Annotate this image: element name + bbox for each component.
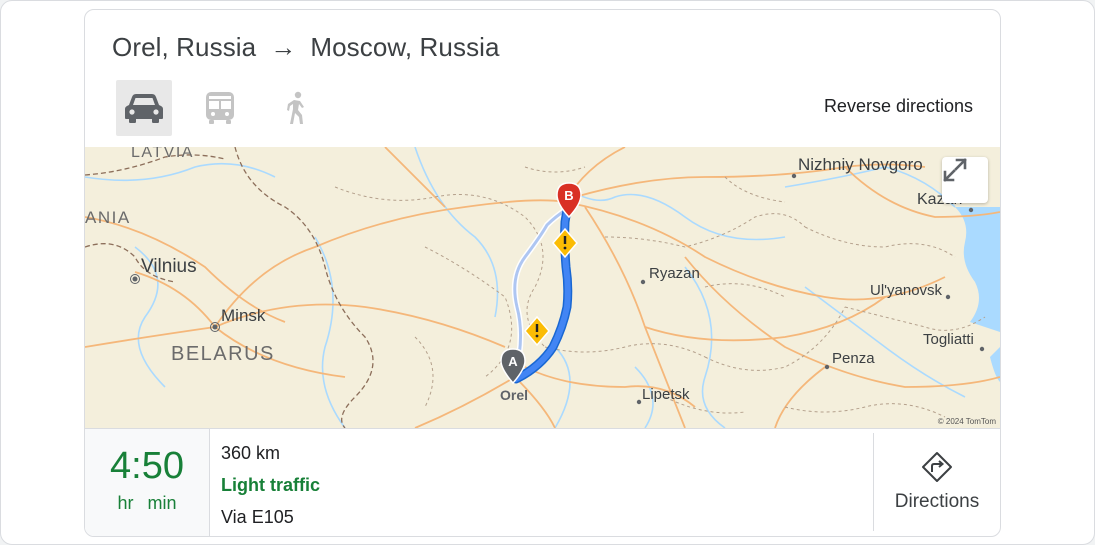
map-label-vilnius: Vilnius xyxy=(141,256,197,277)
route-via: Via E105 xyxy=(221,507,294,527)
map-label-belarus: BELARUS xyxy=(171,343,275,365)
map-label-penza: Penza xyxy=(832,350,875,367)
hours-unit: hr xyxy=(117,493,134,513)
expand-icon xyxy=(943,158,967,182)
travel-time: 4:50 xyxy=(110,445,184,487)
map-label-togliatti: Togliatti xyxy=(923,331,974,348)
origin-label: Orel, Russia xyxy=(112,32,257,62)
walking-person-icon xyxy=(287,91,304,124)
route-distance: 360 km xyxy=(221,443,281,463)
destination-label: Moscow, Russia xyxy=(310,32,500,62)
route-arrow: → xyxy=(270,32,297,62)
directions-card: Orel, Russia → Moscow, Russia Reverse dire… xyxy=(84,9,1001,537)
route-map[interactable]: A B LATVIA ANIA Vilnius Minsk BELARUS Or… xyxy=(85,147,1000,428)
minutes-unit: min xyxy=(147,493,177,513)
marker-b-label: B xyxy=(564,188,573,203)
traffic-warning-icon[interactable] xyxy=(524,315,550,347)
directions-icon xyxy=(922,452,952,482)
map-label-ryazan: Ryazan xyxy=(649,265,700,282)
reverse-directions-link[interactable]: Reverse directions xyxy=(824,96,973,117)
map-label-latvia: LATVIA xyxy=(131,147,194,161)
map-label-lithuania: ANIA xyxy=(85,208,131,227)
map-label-nizhniy: Nizhniy Novgoro xyxy=(798,155,923,174)
travel-time-units: hr min xyxy=(85,493,209,514)
car-icon xyxy=(125,94,163,123)
mode-transit-button[interactable] xyxy=(192,80,248,136)
expand-map-button[interactable] xyxy=(942,157,988,203)
travel-time-box: 4:50 hr min xyxy=(85,429,210,536)
bus-icon xyxy=(206,92,234,124)
directions-label: Directions xyxy=(894,491,980,512)
map-label-minsk: Minsk xyxy=(221,306,266,325)
map-label-orel: Orel xyxy=(500,387,528,403)
route-summary: 4:50 hr min 360 km Light traffic Via E105… xyxy=(85,428,1000,536)
marker-a-label: A xyxy=(508,354,518,369)
map-label-lipetsk: Lipetsk xyxy=(642,386,690,403)
mode-walking-button[interactable] xyxy=(268,80,324,136)
traffic-warning-icon[interactable] xyxy=(552,227,578,259)
mode-driving-button[interactable] xyxy=(116,80,172,136)
map-label-ulyanovsk: Ul'yanovsk xyxy=(870,282,943,299)
route-title: Orel, Russia → Moscow, Russia xyxy=(112,32,500,63)
map-copyright: © 2024 TomTom xyxy=(937,417,996,426)
traffic-status: Light traffic xyxy=(221,475,320,495)
directions-button[interactable]: Directions xyxy=(873,433,1000,531)
map-canvas: A B LATVIA ANIA Vilnius Minsk BELARUS Or… xyxy=(85,147,1000,428)
